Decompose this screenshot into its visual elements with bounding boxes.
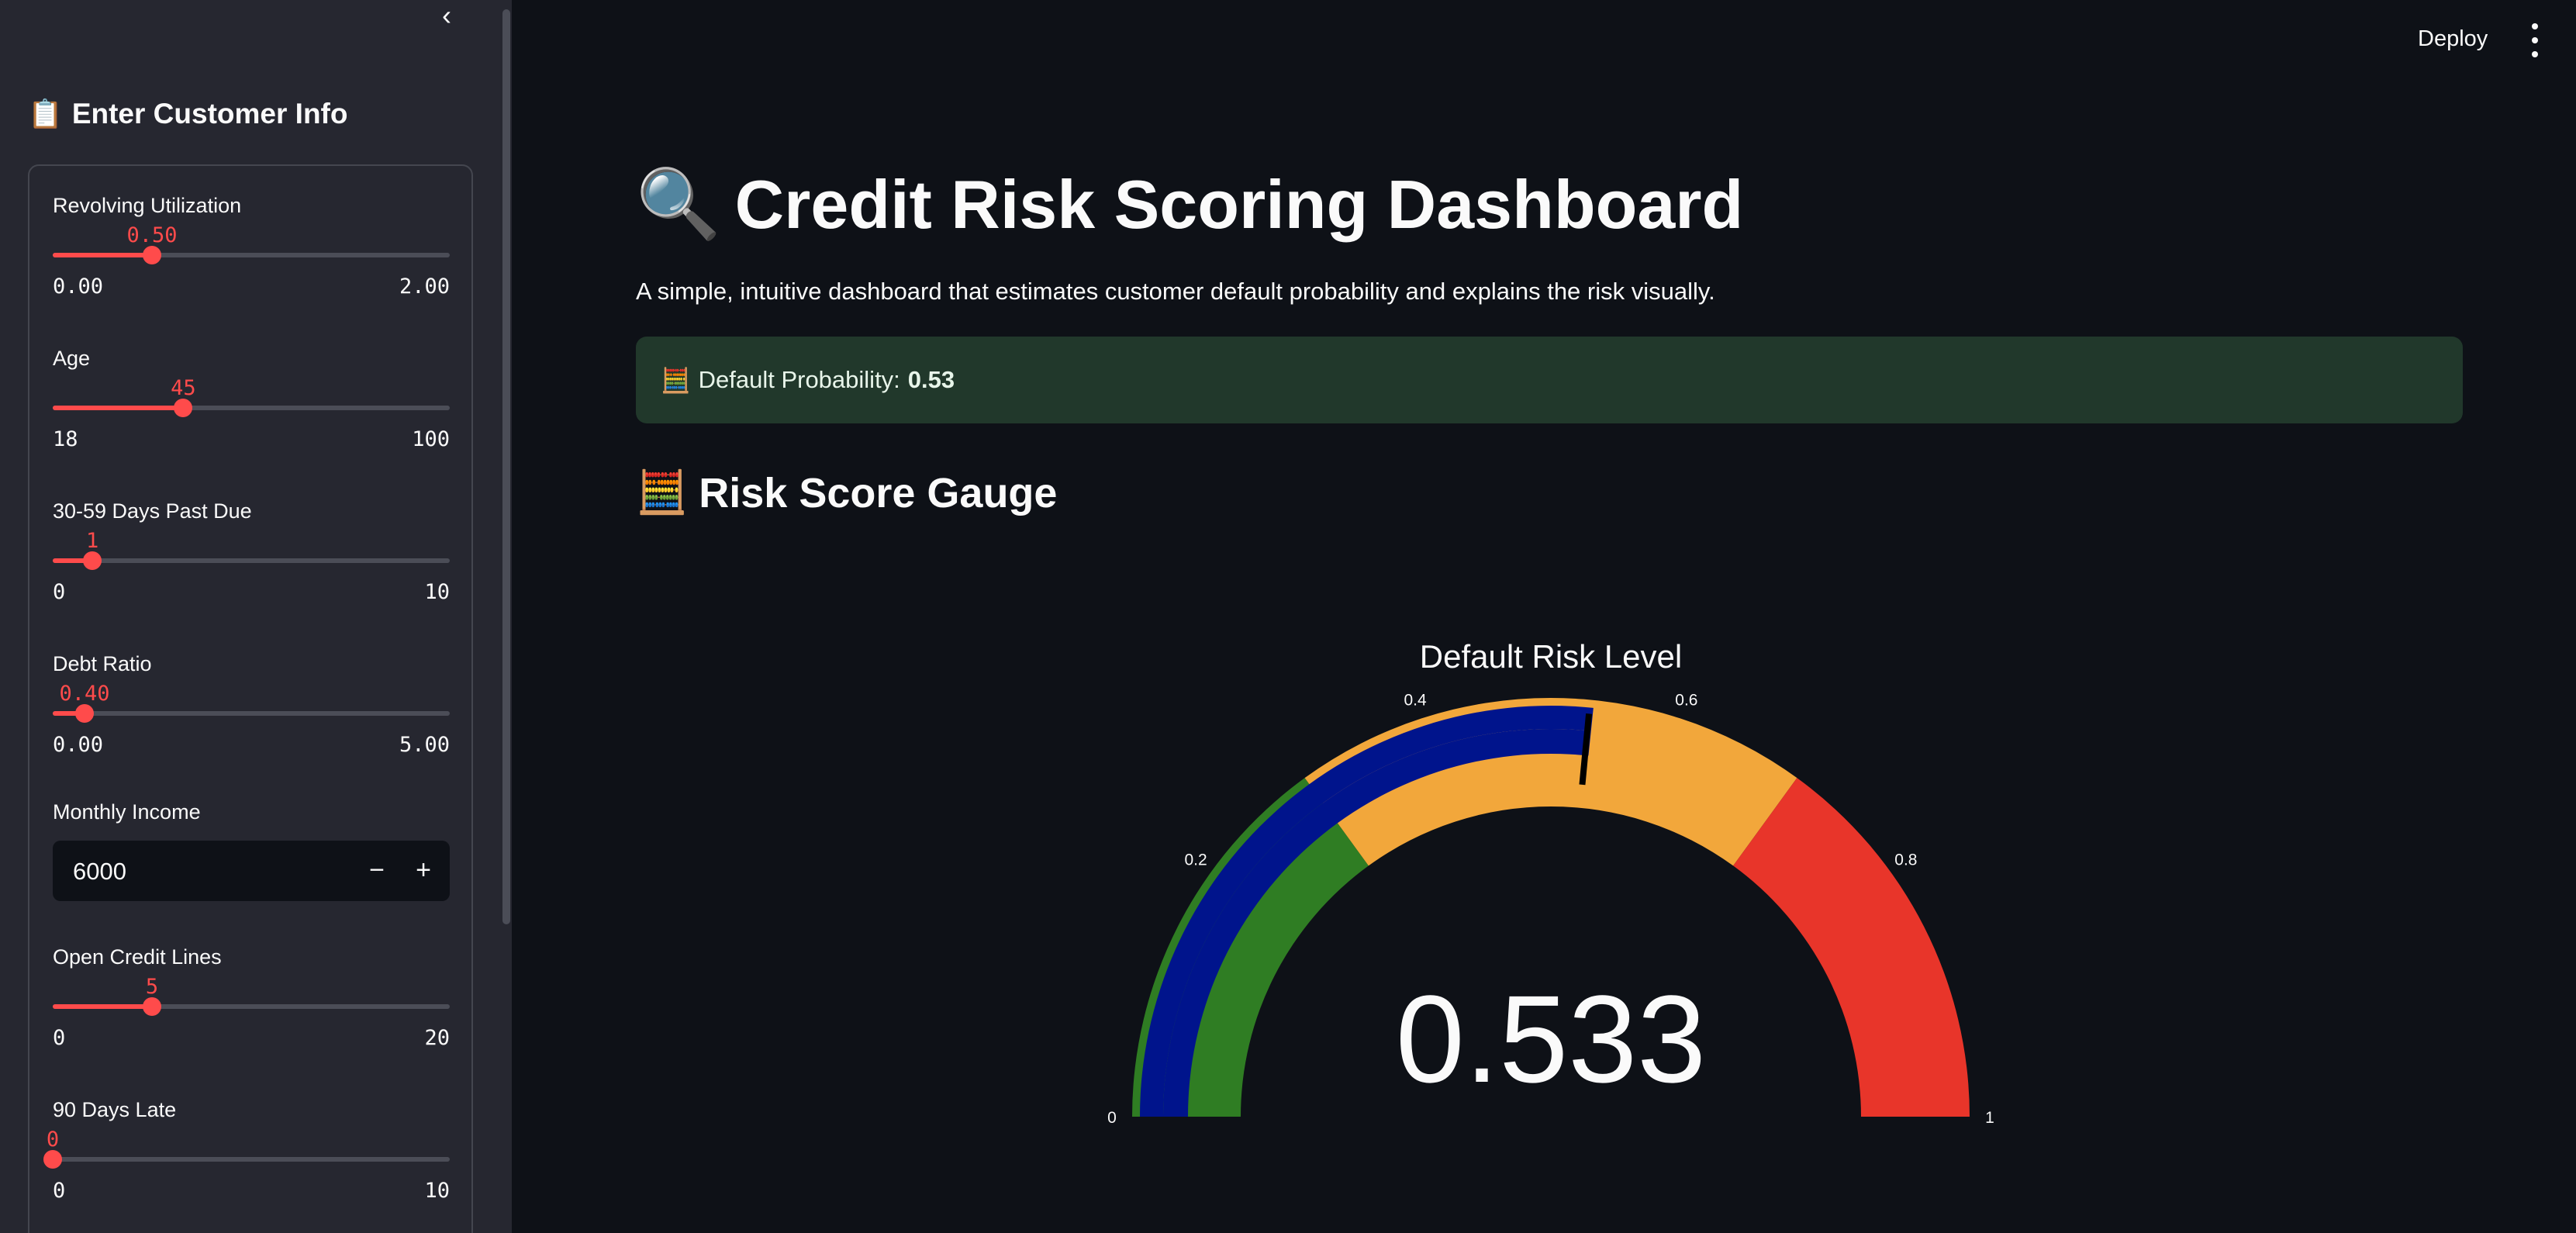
gauge-tick-label: 0.2 — [1184, 851, 1207, 869]
gauge-tick-label: 0.8 — [1894, 851, 1917, 869]
slider-max: 100 — [412, 427, 450, 451]
gauge-value-number: 0.533 — [1396, 969, 1706, 1108]
gauge-svg: 0 0.2 0.4 0.6 0.8 1 Default Risk Level 0.533 — [1107, 638, 1994, 1127]
slider-track[interactable] — [53, 246, 450, 264]
page-subtitle: A simple, intuitive dashboard that estim… — [636, 278, 1715, 305]
slider-revolving-utilization[interactable]: Revolving Utilization 0.50 0.00 2.00 — [53, 194, 450, 299]
slider-label: Age — [53, 347, 91, 370]
calculator-icon: 🧮 — [661, 366, 691, 394]
slider-open-credit-lines[interactable]: Open Credit Lines 5 0 20 — [53, 945, 450, 1050]
slider-track[interactable] — [53, 399, 450, 417]
slider-fill — [53, 1004, 152, 1009]
slider-value: 0 — [46, 1128, 60, 1152]
more-vertical-icon[interactable] — [2523, 23, 2547, 57]
slider-value: 45 — [171, 376, 196, 400]
slider-max: 2.00 — [399, 275, 450, 299]
slider-value: 0.50 — [126, 223, 178, 247]
magnifier-icon: 🔍 — [636, 165, 721, 242]
sidebar-header: 📋 Enter Customer Info — [28, 98, 347, 130]
chevron-left-icon[interactable]: ‹ — [431, 0, 462, 31]
slider-track[interactable] — [43, 1150, 450, 1169]
slider-max: 10 — [424, 1179, 450, 1203]
slider-label: Debt Ratio — [53, 652, 152, 675]
slider-value: 1 — [86, 529, 99, 553]
abacus-icon: 🧮 — [636, 469, 689, 516]
slider-thumb[interactable] — [143, 997, 161, 1016]
risk-gauge-chart: 0 0.2 0.4 0.6 0.8 1 Default Risk Level 0.533 — [1086, 620, 2032, 1163]
slider-label: 30-59 Days Past Due — [53, 499, 252, 523]
slider-max: 10 — [424, 580, 450, 604]
slider-label: Revolving Utilization — [53, 194, 242, 217]
slider-label: Open Credit Lines — [53, 945, 222, 969]
slider-thumb[interactable] — [74, 704, 94, 723]
slider-fill — [53, 406, 184, 410]
slider-debt-ratio[interactable]: Debt Ratio 0.40 0.00 5.00 — [53, 652, 450, 757]
slider-thumb[interactable] — [83, 551, 102, 570]
slider-value: 0.40 — [59, 682, 110, 706]
gauge-title: Default Risk Level — [1420, 638, 1682, 675]
slider-thumb[interactable] — [143, 246, 161, 264]
monthly-income-value[interactable]: 6000 — [73, 858, 126, 886]
slider-min: 0 — [53, 580, 66, 604]
gauge-tick-label: 0.4 — [1404, 692, 1427, 710]
section-heading-text: Risk Score Gauge — [699, 469, 1058, 516]
sidebar-header-text: Enter Customer Info — [71, 98, 348, 130]
deploy-button[interactable]: Deploy — [2418, 26, 2488, 52]
slider-thumb[interactable] — [43, 1150, 62, 1169]
monthly-income-label: Monthly Income — [53, 800, 201, 824]
gauge-tick-label: 0 — [1107, 1109, 1117, 1127]
default-probability-alert: 🧮 Default Probability: 0.53 — [636, 337, 2463, 423]
increment-button[interactable]: + — [406, 853, 440, 887]
alert-label: Default Probability: — [698, 366, 900, 393]
slider-30-59-days-past-due[interactable]: 30-59 Days Past Due 1 0 10 — [53, 499, 450, 604]
section-heading: 🧮 Risk Score Gauge — [636, 468, 1057, 517]
alert-value: 0.53 — [907, 366, 955, 393]
slider-min: 0.00 — [53, 733, 104, 757]
monthly-income-field[interactable]: 6000 − + — [53, 841, 450, 901]
slider-label: 90 Days Late — [53, 1098, 177, 1121]
monthly-income-input: Monthly Income 6000 − + — [53, 800, 450, 901]
slider-min: 18 — [53, 427, 78, 451]
gauge-step-2 — [1733, 778, 1970, 1117]
slider-min: 0 — [53, 1026, 66, 1050]
slider-min: 0.00 — [53, 275, 104, 299]
decrement-button[interactable]: − — [360, 853, 394, 887]
page-title: 🔍 Credit Risk Scoring Dashboard — [636, 164, 1743, 244]
gauge-tick-label: 0.6 — [1675, 692, 1697, 710]
slider-track[interactable] — [53, 704, 450, 723]
gauge-tick-label: 1 — [1985, 1109, 1994, 1127]
clipboard-icon: 📋 — [28, 98, 63, 130]
slider-value: 5 — [145, 975, 159, 999]
slider-max: 5.00 — [399, 733, 450, 757]
slider-min: 0 — [53, 1179, 66, 1203]
slider-track[interactable] — [53, 997, 450, 1016]
slider-track[interactable] — [53, 551, 450, 570]
page-title-text: Credit Risk Scoring Dashboard — [734, 165, 1744, 243]
sidebar: ‹ 📋 Enter Customer Info Revolving Utiliz… — [0, 0, 512, 1233]
slider-90-days-late[interactable]: 90 Days Late 0 0 10 — [43, 1098, 450, 1203]
sidebar-scrollbar[interactable] — [502, 9, 510, 924]
slider-thumb[interactable] — [174, 399, 193, 417]
slider-age[interactable]: Age 45 18 100 — [53, 347, 450, 451]
slider-max: 20 — [424, 1026, 450, 1050]
slider-fill — [53, 253, 152, 257]
